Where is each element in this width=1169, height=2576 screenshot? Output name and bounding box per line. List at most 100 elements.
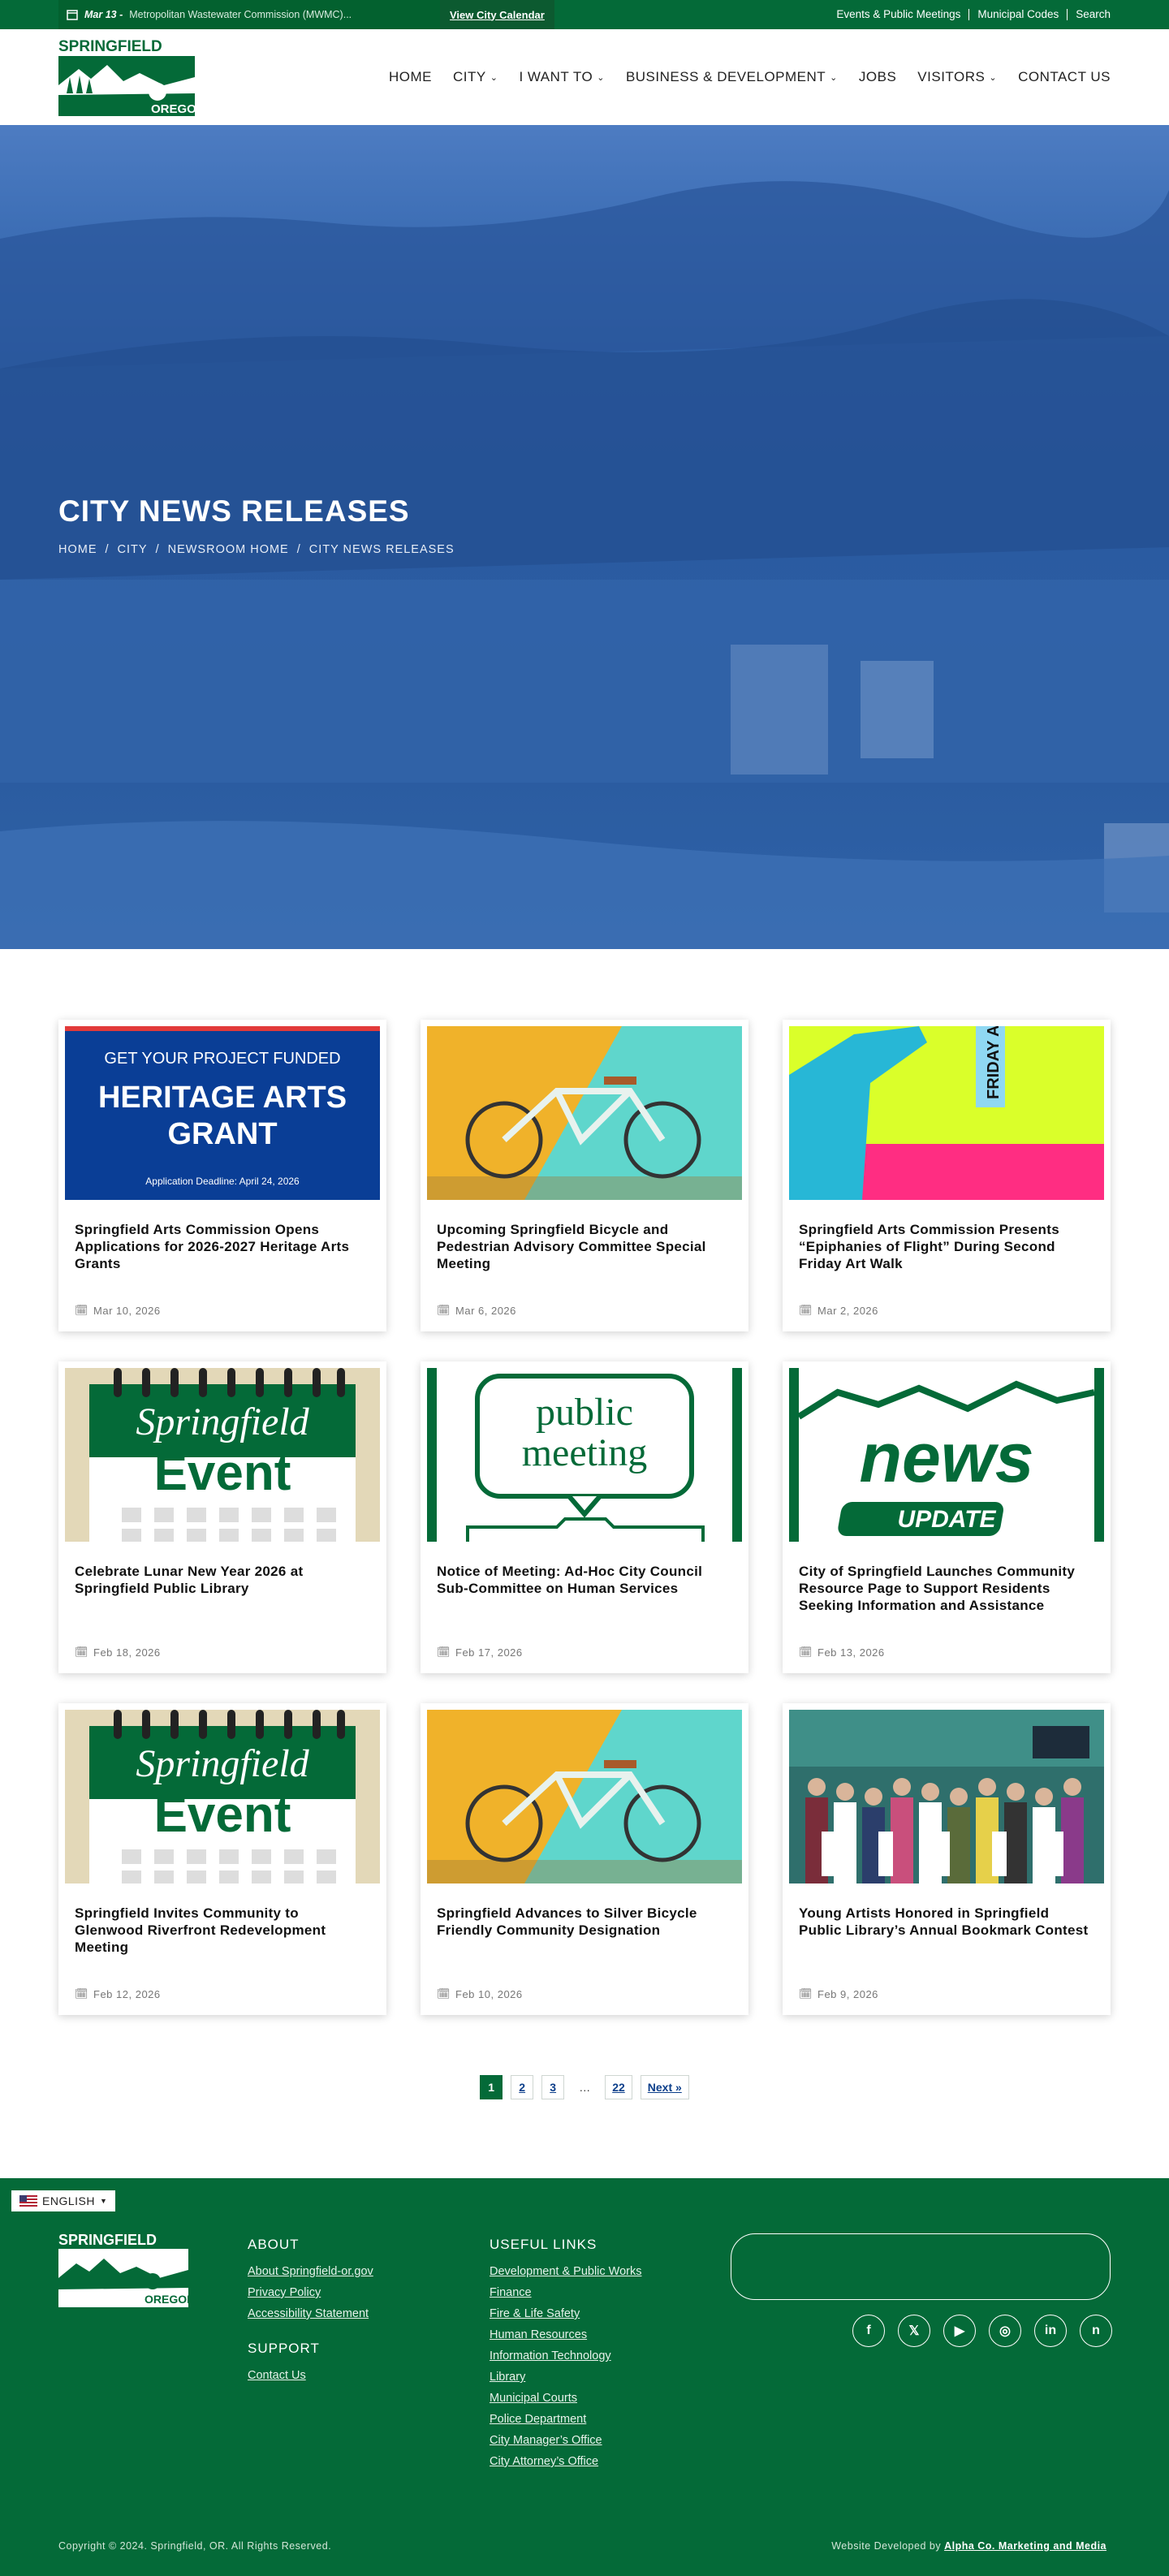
nav-home[interactable]: HOME (389, 69, 432, 85)
youtube-icon[interactable]: ▶ (943, 2315, 976, 2347)
news-card[interactable]: Young Artists Honored in Springfield Pub… (783, 1703, 1111, 2015)
events-link[interactable]: Events & Public Meetings (828, 9, 970, 20)
nav-business-label: BUSINESS & DEVELOPMENT (625, 69, 826, 84)
calendar-icon: 🗓 (799, 1304, 813, 1316)
news-card-title[interactable]: Springfield Invites Community to Glenwoo… (65, 1883, 380, 1956)
news-card[interactable]: public meeting Notice of Meeting: Ad-Hoc C… (421, 1361, 748, 1673)
news-card-title[interactable]: Springfield Arts Commission Opens Applic… (65, 1200, 380, 1272)
page-3[interactable]: 3 (541, 2075, 565, 2099)
logo-bottom-text: OREGON (151, 102, 195, 116)
useful-link[interactable]: City Attorney’s Office (490, 2451, 642, 2472)
news-thumbnail[interactable]: GET YOUR PROJECT FUNDED HERITAGE ARTS GRAN… (65, 1026, 380, 1200)
municipal-codes-link[interactable]: Municipal Codes (969, 9, 1068, 20)
search-link[interactable]: Search (1068, 9, 1111, 20)
city-aerial-image (0, 181, 1169, 949)
city-logo[interactable]: SPRINGFIELD OREGON (58, 37, 205, 118)
nav-visitors-label: VISITORS (917, 69, 986, 84)
news-thumbnail[interactable] (789, 1710, 1104, 1883)
news-thumbnail[interactable]: news UPDATE (789, 1368, 1104, 1542)
date-text: Feb 10, 2026 (455, 1987, 523, 2000)
useful-link[interactable]: Development & Public Works (490, 2261, 642, 2282)
social-links: f 𝕏 ▶ ◎ in n (852, 2315, 1112, 2347)
news-card-date: 🗓 Mar 2, 2026 (799, 1304, 878, 1317)
footer-logo-bottom-text: OREGON (145, 2293, 188, 2306)
nav-business[interactable]: BUSINESS & DEVELOPMENT ⌄ (626, 69, 838, 85)
facebook-icon[interactable]: f (852, 2315, 885, 2347)
news-thumbnail[interactable]: Springfield Event (65, 1368, 380, 1542)
event-word: Event (154, 1445, 291, 1501)
useful-link[interactable]: City Manager’s Office (490, 2430, 642, 2451)
nav-jobs-label: JOBS (858, 69, 897, 84)
nav-home-label: HOME (388, 69, 432, 84)
news-card-date: 🗓 Feb 13, 2026 (799, 1646, 885, 1659)
breadcrumb-city[interactable]: CITY (118, 543, 148, 556)
breadcrumb-newsroom[interactable]: NEWSROOM HOME (168, 543, 289, 556)
useful-link[interactable]: Finance (490, 2282, 642, 2303)
news-card[interactable]: GET YOUR PROJECT FUNDED HERITAGE ARTS GRAN… (58, 1020, 386, 1331)
news-thumbnail[interactable]: public meeting (427, 1368, 742, 1542)
news-card[interactable]: Springfield Event Springfield Invites Comm… (58, 1703, 386, 2015)
x-icon[interactable]: 𝕏 (898, 2315, 930, 2347)
news-card[interactable]: Springfield Advances to Silver Bicycle F… (421, 1703, 748, 2015)
breadcrumb: HOME / CITY / NEWSROOM HOME / CITY NEWS … (58, 543, 455, 556)
language-selector[interactable]: ENGLISH ▼ (11, 2190, 116, 2211)
calendar-icon: 🗓 (437, 1987, 451, 2000)
friday-walk-text: FRIDAY A WALK (985, 1026, 1003, 1099)
view-calendar-link[interactable]: View City Calendar (440, 0, 554, 29)
page-2[interactable]: 2 (511, 2075, 534, 2099)
news-thumbnail[interactable] (427, 1710, 742, 1883)
news-card-date: 🗓 Mar 10, 2026 (75, 1304, 161, 1317)
instagram-icon[interactable]: ◎ (989, 2315, 1021, 2347)
event-word: Event (154, 1787, 291, 1843)
privacy-link[interactable]: Privacy Policy (248, 2282, 373, 2303)
news-card[interactable]: FRIDAY A WALK Springfield Arts Commission… (783, 1020, 1111, 1331)
nav-i-want-to[interactable]: I WANT TO ⌄ (519, 69, 605, 85)
news-card[interactable]: Springfield Event Celebrate Lunar New Year… (58, 1361, 386, 1673)
nav-contact-label: CONTACT US (1018, 69, 1111, 84)
news-card-title[interactable]: City of Springfield Launches Community R… (789, 1542, 1104, 1614)
news-card-title[interactable]: Upcoming Springfield Bicycle and Pedestr… (427, 1200, 742, 1272)
useful-link[interactable]: Human Resources (490, 2324, 642, 2345)
news-card-title[interactable]: Young Artists Honored in Springfield Pub… (789, 1883, 1104, 1939)
nav-jobs[interactable]: JOBS (859, 69, 896, 85)
news-thumbnail[interactable]: Springfield Event (65, 1710, 380, 1883)
news-card-title[interactable]: Notice of Meeting: Ad-Hoc City Council S… (427, 1542, 742, 1597)
useful-link[interactable]: Library (490, 2367, 642, 2388)
calendar-icon (67, 10, 78, 20)
news-thumbnail[interactable]: FRIDAY A WALK (789, 1026, 1104, 1200)
nav-contact[interactable]: CONTACT US (1018, 69, 1111, 85)
news-card[interactable]: news UPDATE City of Springfield Launches C… (783, 1361, 1111, 1673)
page-22[interactable]: 22 (605, 2075, 632, 2099)
useful-link[interactable]: Information Technology (490, 2345, 642, 2367)
breadcrumb-separator: / (155, 543, 160, 556)
logo-top-text: SPRINGFIELD (58, 38, 162, 55)
nav-i-want-to-label: I WANT TO (519, 69, 593, 84)
grant-line1: GET YOUR PROJECT FUNDED (104, 1050, 340, 1068)
about-link[interactable]: About Springfield-or.gov (248, 2261, 373, 2282)
news-card-title[interactable]: Springfield Arts Commission Presents “Ep… (789, 1200, 1104, 1272)
nav-city[interactable]: CITY ⌄ (453, 69, 498, 85)
newsletter-signup-box[interactable] (731, 2233, 1111, 2300)
breadcrumb-home[interactable]: HOME (58, 543, 97, 556)
footer-logo-top-text: SPRINGFIELD (58, 2232, 157, 2248)
developer-link[interactable]: Alpha Co. Marketing and Media (944, 2540, 1106, 2552)
footer-logo[interactable]: SPRINGFIELD OREGON (58, 2231, 195, 2309)
news-card-title[interactable]: Springfield Advances to Silver Bicycle F… (427, 1883, 742, 1939)
useful-link[interactable]: Police Department (490, 2409, 642, 2430)
page-1[interactable]: 1 (480, 2075, 503, 2099)
news-card[interactable]: Upcoming Springfield Bicycle and Pedestr… (421, 1020, 748, 1331)
news-thumbnail[interactable] (427, 1026, 742, 1200)
useful-link[interactable]: Municipal Courts (490, 2388, 642, 2409)
nav-city-label: CITY (452, 69, 486, 84)
accessibility-link[interactable]: Accessibility Statement (248, 2303, 373, 2324)
nav-visitors[interactable]: VISITORS ⌄ (917, 69, 997, 85)
news-card-title[interactable]: Celebrate Lunar New Year 2026 at Springf… (65, 1542, 380, 1597)
next-page-button[interactable]: Next » (640, 2075, 689, 2099)
news-update: UPDATE (897, 1506, 996, 1533)
calendar-icon: 🗓 (75, 1304, 89, 1316)
linkedin-icon[interactable]: in (1034, 2315, 1067, 2347)
useful-link[interactable]: Fire & Life Safety (490, 2303, 642, 2324)
contact-link[interactable]: Contact Us (248, 2365, 373, 2386)
nextdoor-icon[interactable]: n (1080, 2315, 1112, 2347)
alert-item[interactable]: Mar 13 - Metropolitan Wastewater Commiss… (58, 0, 440, 29)
